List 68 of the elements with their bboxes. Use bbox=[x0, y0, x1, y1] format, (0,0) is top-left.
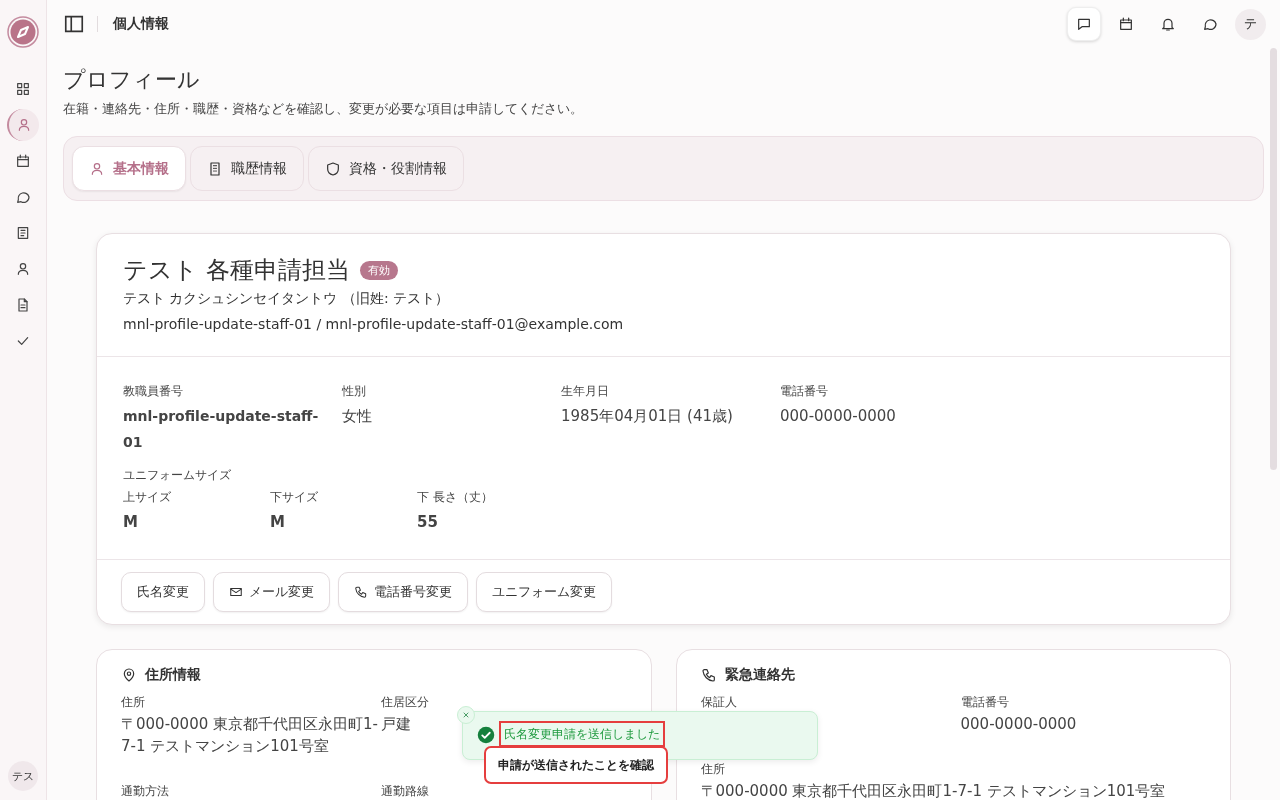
field-label: 住所 bbox=[700, 761, 725, 777]
calendar-icon bbox=[1118, 16, 1134, 32]
person-icon bbox=[15, 261, 31, 277]
change-request-button[interactable]: ユニフォーム変更 bbox=[476, 572, 612, 612]
field-label: 住所 bbox=[121, 694, 145, 710]
document-icon bbox=[15, 297, 31, 313]
change-request-button[interactable]: メール変更 bbox=[213, 572, 330, 612]
building-icon bbox=[207, 160, 223, 177]
toolbar-button[interactable] bbox=[1067, 7, 1101, 41]
change-request-button[interactable]: 氏名変更 bbox=[121, 572, 205, 612]
status-badge: 有効 bbox=[359, 260, 398, 280]
field-value: 戸建 bbox=[381, 714, 411, 735]
field-label: 保証人 bbox=[700, 694, 737, 710]
page-title: プロフィール bbox=[63, 66, 201, 94]
field-label: 電話番号 bbox=[780, 383, 828, 399]
message-icon bbox=[1076, 16, 1092, 32]
phone-icon bbox=[354, 585, 368, 599]
location-pin-icon bbox=[121, 667, 137, 683]
field-value: M bbox=[270, 512, 285, 533]
success-check-icon bbox=[477, 726, 495, 744]
field-label: 住居区分 bbox=[381, 694, 429, 710]
field-label: 教職員番号 bbox=[123, 383, 183, 399]
field-label: 生年月日 bbox=[561, 383, 609, 399]
tab[interactable]: 資格・役割情報 bbox=[308, 146, 464, 191]
field-label: 上サイズ bbox=[123, 489, 171, 505]
field-value: M bbox=[123, 512, 138, 533]
chat-bubble-icon bbox=[1202, 16, 1218, 32]
field-value: 女性 bbox=[342, 406, 372, 427]
person-name: テスト 各種申請担当 bbox=[123, 255, 350, 286]
grid-icon bbox=[15, 81, 31, 97]
person-icon bbox=[16, 117, 32, 133]
bell-icon bbox=[1160, 16, 1176, 32]
field-label: 電話番号 bbox=[960, 694, 1009, 710]
field-value: 000-0000-0000 bbox=[780, 406, 896, 427]
field-value: 1985年04月01日 (41歳) bbox=[561, 406, 733, 427]
page-breadcrumb: 個人情報 bbox=[113, 15, 169, 33]
person-icon bbox=[89, 160, 105, 177]
sidebar-toggle-icon[interactable] bbox=[63, 13, 85, 35]
name-reading: テスト カクシュシンセイタントウ （旧姓: テスト） bbox=[123, 289, 451, 308]
envelope-icon bbox=[229, 585, 243, 599]
user-avatar[interactable]: テス bbox=[8, 761, 38, 791]
field-label: 通勤路線 bbox=[381, 783, 429, 799]
chat-bubble-icon bbox=[15, 189, 31, 205]
compass-logo-icon[interactable] bbox=[7, 16, 39, 48]
field-value: mnl-profile-update-staff-01 bbox=[123, 407, 320, 452]
shield-icon bbox=[325, 160, 341, 177]
field-label: 下サイズ bbox=[270, 489, 318, 505]
callout-label: 申請が送信されたことを確認 bbox=[484, 746, 668, 784]
list-icon bbox=[15, 225, 31, 241]
field-value: 〒000-0000 東京都千代田区永田町1-7-1 テストマンション101号室 bbox=[121, 714, 379, 757]
field-label: 通勤方法 bbox=[121, 783, 169, 799]
card-title: 緊急連絡先 bbox=[724, 666, 795, 684]
field-value: 55 bbox=[417, 512, 438, 533]
card-title: 住所情報 bbox=[145, 666, 201, 684]
user-avatar[interactable]: テ bbox=[1235, 8, 1266, 40]
field-label: 性別 bbox=[342, 383, 366, 399]
scrollbar-thumb[interactable] bbox=[1270, 48, 1277, 470]
calendar-icon bbox=[15, 153, 31, 169]
field-value: 000-0000-0000 bbox=[960, 714, 1077, 735]
page-description: 在籍・連絡先・住所・職歴・資格などを確認し、変更が必要な項目は申請してください。 bbox=[63, 100, 584, 118]
tab[interactable]: 職歴情報 bbox=[190, 146, 304, 191]
tab[interactable]: 基本情報 bbox=[72, 146, 186, 191]
account-info: mnl-profile-update-staff-01 / mnl-profile-update-staff-01@example.com bbox=[123, 315, 625, 334]
field-label: 下 長さ（丈） bbox=[417, 489, 493, 505]
change-request-button[interactable]: 電話番号変更 bbox=[338, 572, 468, 612]
section-label: ユニフォームサイズ bbox=[123, 467, 231, 483]
phone-icon bbox=[700, 667, 717, 683]
field-value: 〒000-0000 東京都千代田区永田町1-7-1 テストマンション101号室 bbox=[700, 781, 1166, 800]
